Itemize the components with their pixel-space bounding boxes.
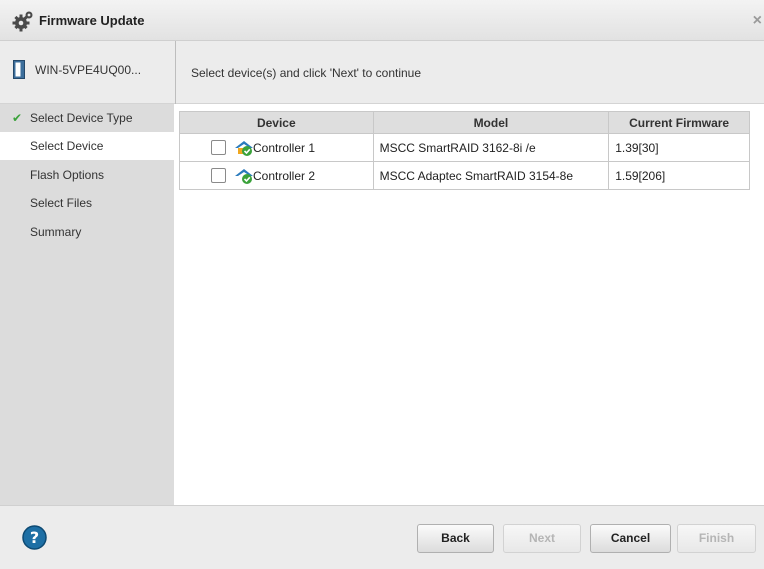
hostname-label: WIN-5VPE4UQ00... [35,63,142,77]
nav-item-summary[interactable]: Summary [0,218,174,246]
back-button[interactable]: Back [417,524,494,553]
dialog-header: WIN-5VPE4UQ00... Select device(s) and cl… [0,41,764,104]
cancel-button[interactable]: Cancel [590,524,671,553]
device-cell: Controller 1 [179,133,374,162]
device-name: Controller 2 [253,169,316,183]
device-checkbox[interactable] [211,140,226,155]
close-icon[interactable]: × [753,12,762,30]
controller-icon [235,169,253,184]
gear-icon [12,11,33,32]
device-checkbox[interactable] [211,168,226,183]
nav-item-label: Flash Options [30,168,105,182]
checkmark-icon: ✔ [12,111,23,125]
nav-item-select-device[interactable]: Select Device [0,132,174,160]
nav-item-label: Select Device Type [30,111,133,125]
table-header-row: Device Model Current Firmware [179,111,750,134]
column-header-device[interactable]: Device [179,111,374,134]
table-row[interactable]: Controller 2 MSCC Adaptec SmartRAID 3154… [179,161,750,190]
device-name: Controller 1 [253,141,316,155]
nav-item-select-device-type[interactable]: ✔ Select Device Type [0,104,174,132]
nav-item-flash-options[interactable]: Flash Options [0,161,174,189]
table-row[interactable]: Controller 1 MSCC SmartRAID 3162-8i /e 1… [179,133,750,162]
next-button[interactable]: Next [503,524,581,553]
firmware-cell: 1.39[30] [608,133,750,162]
instruction-text: Select device(s) and click 'Next' to con… [191,66,422,80]
column-header-current-firmware[interactable]: Current Firmware [608,111,750,134]
nav-item-select-files[interactable]: Select Files [0,189,174,217]
device-cell: Controller 2 [179,161,374,190]
device-table: Device Model Current Firmware Controller… [179,111,750,190]
model-cell: MSCC SmartRAID 3162-8i /e [372,133,610,162]
finish-button[interactable]: Finish [677,524,756,553]
content-area: Device Model Current Firmware Controller… [174,104,764,505]
nav-item-label: Summary [30,225,82,239]
model-cell: MSCC Adaptec SmartRAID 3154-8e [372,161,610,190]
column-header-model[interactable]: Model [372,111,610,134]
server-icon [13,60,25,79]
title-bar: Firmware Update × [0,0,764,41]
firmware-cell: 1.59[206] [608,161,750,190]
dialog-title: Firmware Update [39,13,145,28]
host-selector: WIN-5VPE4UQ00... [0,41,176,104]
nav-item-label: Select Files [30,196,93,210]
wizard-nav: ✔ Select Device Type Select Device Flash… [0,104,174,505]
controller-icon [235,141,253,156]
firmware-update-dialog: Firmware Update × WIN-5VPE4UQ00... Selec… [0,0,764,569]
nav-item-label: Select Device [30,139,104,153]
svg-text:?: ? [30,528,39,547]
help-icon[interactable]: ? [22,525,47,550]
dialog-footer: ? Back Next Cancel Finish [0,505,764,569]
